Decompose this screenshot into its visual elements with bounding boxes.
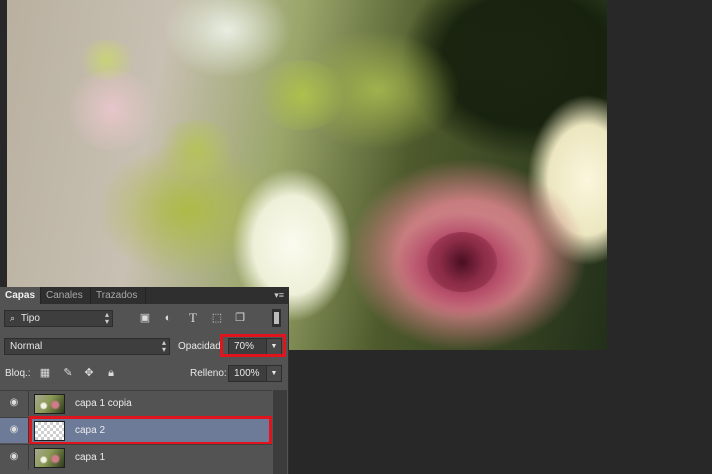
layer-row[interactable]: ◉ capa 1 copia [0,390,272,416]
dropdown-arrow-icon[interactable]: ▼ [266,366,281,381]
fill-input[interactable]: 100% ▼ [228,365,282,382]
layer-row[interactable]: ◉ capa 1 [0,444,272,470]
bokeh-pink [67,70,157,150]
filter-smart-object-icon[interactable]: ❐ [233,311,247,325]
filter-adjustment-icon[interactable]: ◐ [161,311,175,325]
spinner-icon: ▴ ▾ [104,310,109,326]
rose-inner [427,232,497,292]
spinner-icon: ▴ ▾ [161,338,166,354]
filter-pixel-icon[interactable]: ▣ [138,311,152,325]
opacity-label: Opacidad: [178,341,224,352]
layers-scrollbar[interactable] [273,390,287,474]
fill-label: Relleno: [190,368,227,379]
layer-filter-select[interactable]: ⌕ Tipo ▴ ▾ [4,310,113,327]
filter-value: Tipo [20,313,40,324]
lock-all-icon[interactable]: 🔒︎ [104,366,118,380]
panel-tab-bar: Capas Canales Trazados ▾≡ [0,287,288,304]
panel-menu-icon[interactable]: ▾≡ [274,290,284,301]
lock-label: Bloq.: [5,368,31,379]
layer-name[interactable]: capa 1 copia [75,391,132,417]
tab-trazados[interactable]: Trazados [91,287,146,304]
layer-name[interactable]: capa 1 [75,445,105,471]
lock-transparent-icon[interactable]: ▦ [38,366,52,380]
visibility-eye-icon[interactable]: ◉ [8,398,20,408]
layer-thumbnail[interactable] [34,394,65,414]
visibility-eye-icon[interactable]: ◉ [8,452,20,462]
tab-canales[interactable]: Canales [41,287,91,304]
lock-position-icon[interactable]: ✥ [82,366,96,380]
layers-panel: Capas Canales Trazados ▾≡ ⌕ Tipo ▴ ▾ ▣ ◐ … [0,287,289,474]
tab-capas[interactable]: Capas [0,287,41,304]
filter-type-icon[interactable]: T [186,311,200,325]
flower-cluster [257,60,347,130]
search-icon: ⌕ [10,313,16,323]
filter-toggle[interactable] [272,309,281,327]
flower-cluster [157,120,237,180]
layer-thumbnail[interactable] [34,448,65,468]
blend-mode-value: Normal [10,341,43,352]
filter-shape-icon[interactable]: ⬚ [210,311,224,325]
opacity-highlight [220,334,286,357]
divider [28,445,29,470]
blend-mode-select[interactable]: Normal ▴ ▾ [4,338,170,355]
divider [28,391,29,416]
selected-layer-highlight [29,416,272,445]
lock-paint-icon[interactable]: ✎ [61,366,75,380]
fill-value: 100% [234,368,260,379]
visibility-eye-icon[interactable]: ◉ [8,425,20,435]
